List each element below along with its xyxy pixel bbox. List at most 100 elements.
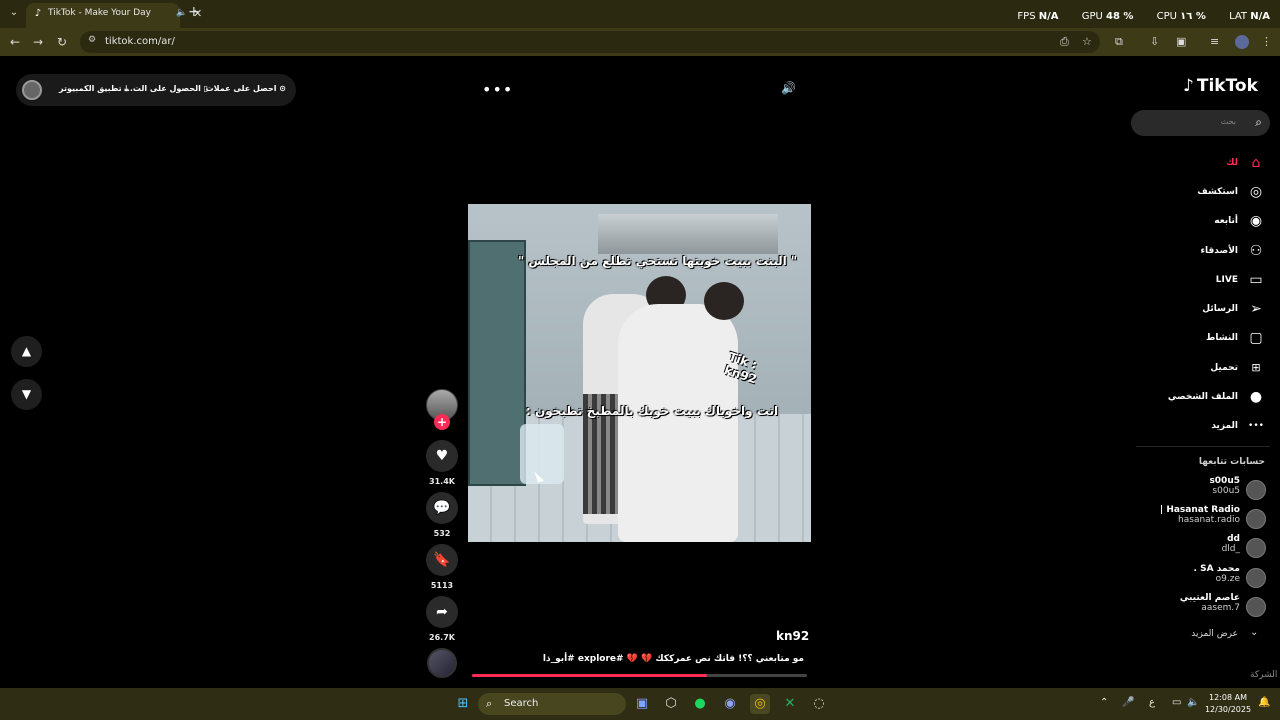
follow-plus-icon[interactable]: + (434, 414, 450, 430)
cpu-value: ١٦ % (1180, 11, 1206, 22)
upload-icon[interactable]: ⊞ (1246, 358, 1266, 378)
sidebar-item-label[interactable]: الملف الشخصي (1140, 392, 1238, 402)
following-account-avatar[interactable] (1246, 509, 1266, 529)
more-icon[interactable]: ••• (1246, 416, 1266, 436)
network-icon[interactable]: ▭ (1172, 697, 1181, 708)
video-username[interactable]: kn92 (776, 629, 809, 643)
like-button[interactable]: ♥ (426, 440, 458, 472)
music-disc-avatar[interactable] (427, 648, 457, 678)
site-info-icon[interactable]: ⚙ (88, 35, 96, 45)
messages-icon[interactable]: ➢ (1246, 299, 1266, 319)
sidebar-item-label[interactable]: استكشف (1140, 187, 1238, 197)
video-caption-top: " البنت ببيت خويتها تستحي تطلع من المجلس… (518, 254, 798, 268)
language-indicator[interactable]: ع (1149, 697, 1155, 708)
get-coins-link[interactable]: ⊙ احصل على عملات (206, 84, 286, 93)
sidebar-item-label[interactable]: النشاط (1140, 333, 1238, 343)
tiktok-favicon-icon: ♪ (34, 8, 42, 19)
following-account-name: عاصم العتيبي (1179, 593, 1240, 603)
app-circle-icon[interactable]: ◌ (809, 694, 829, 714)
back-arrow-icon[interactable]: ← (7, 34, 23, 50)
sidebar-panel-icon[interactable]: ▣ (1176, 35, 1186, 48)
video-scene-head-right (704, 282, 744, 320)
chrome-icon[interactable]: ◎ (750, 694, 770, 714)
compass-icon[interactable]: ◎ (1246, 182, 1266, 202)
sidebar-item-label[interactable]: الأصدقاء (1140, 246, 1238, 256)
comment-button[interactable]: 💬 (426, 492, 458, 524)
sidebar-item-label[interactable]: أتابعه (1140, 216, 1238, 226)
following-account[interactable]: dd _dld (1120, 534, 1240, 554)
new-tab-button[interactable]: + (188, 4, 200, 20)
discord-icon[interactable]: ◉ (720, 694, 740, 714)
share-button[interactable]: ➦ (426, 596, 458, 628)
taskbar-search[interactable]: ⌕ Search (478, 693, 626, 715)
url-field[interactable]: ⚙ tiktok.com/ar/ (80, 31, 1100, 53)
following-account-avatar[interactable] (1246, 538, 1266, 558)
video-progress-bar[interactable] (472, 674, 807, 677)
video-scene-person-right (618, 304, 738, 542)
following-account-handle: s00u5 (1212, 486, 1240, 496)
browser-tab-tiktok[interactable]: ♪ TikTok - Make Your Day 🔈 ✕ (26, 3, 202, 28)
following-account-avatar[interactable] (1246, 480, 1266, 500)
downloads-icon[interactable]: ⇩ (1150, 35, 1159, 48)
app-cube-icon[interactable]: ⬡ (661, 694, 681, 714)
sidebar-item-label[interactable]: الرسائل (1140, 304, 1238, 314)
sound-on-icon[interactable]: 🔊 (781, 81, 796, 95)
sidebar-item-label[interactable]: لك (1140, 158, 1238, 168)
profile-avatar-icon[interactable] (1235, 35, 1249, 49)
forward-arrow-icon[interactable]: → (30, 34, 46, 50)
following-account[interactable]: Hasanat Radio | hasanat.radio (1120, 505, 1240, 525)
tray-overflow-chevron-icon[interactable]: ⌃ (1100, 697, 1108, 708)
gpu-value: 48 % (1106, 11, 1134, 22)
following-account-avatar[interactable] (1246, 597, 1266, 617)
tab-audio-icon[interactable]: 🔈 (176, 8, 187, 18)
previous-video-button[interactable]: ▲ (11, 336, 42, 367)
sidebar-item-label[interactable]: تحميل (1140, 363, 1238, 373)
browser-menu-icon[interactable]: ⋮ (1261, 35, 1272, 48)
more-options-icon[interactable]: ••• (482, 80, 513, 99)
following-account[interactable]: s00u5 s00u5 (1120, 476, 1240, 496)
notification-bell-icon[interactable]: 🔔 (1258, 697, 1270, 708)
following-account-handle: hasanat.radio (1178, 515, 1240, 525)
company-link[interactable]: الشركة (1250, 670, 1277, 680)
xbox-icon[interactable]: ✕ (780, 694, 800, 714)
extensions-icon[interactable]: ⧉ (1115, 35, 1123, 49)
microphone-icon[interactable]: 🎤 (1122, 697, 1134, 708)
get-app-link[interactable]: ▯ الحصول على الت... (124, 84, 208, 93)
sidebar-item-label[interactable]: LIVE (1140, 275, 1238, 285)
profile-icon[interactable]: ● (1246, 387, 1266, 407)
chevron-down-icon[interactable]: ⌄ (1250, 627, 1258, 638)
next-video-button[interactable]: ▼ (11, 379, 42, 410)
spotify-icon[interactable]: ● (690, 694, 710, 714)
save-button[interactable]: 🔖 (426, 544, 458, 576)
following-account[interactable]: عاصم العتيبي aasem.7 (1120, 593, 1240, 613)
following-account[interactable]: محمد SA . o9.ze (1120, 564, 1240, 584)
see-more-link[interactable]: عرض المزيد (1150, 629, 1238, 639)
reload-icon[interactable]: ↻ (54, 34, 70, 50)
teams-icon[interactable]: ▣ (632, 694, 652, 714)
taskbar-clock[interactable]: 12:08 AM 12/30/2025 (1204, 692, 1252, 716)
video-scene-hood (598, 214, 778, 254)
video-player[interactable]: " البنت ببيت خويتها تستحي تطلع من المجلس… (468, 204, 811, 542)
activity-icon[interactable]: ▢ (1246, 328, 1266, 348)
windows-start-icon[interactable]: ⊞ (453, 694, 473, 714)
sidebar-item-label[interactable]: المزيد (1140, 421, 1238, 431)
windows-taskbar: ⊞ ⌕ Search ▣ ⬡ ● ◉ ◎ ✕ ◌ ⌃ 🎤 ع ▭ 🔈 12:08… (0, 688, 1280, 720)
user-avatar[interactable] (22, 80, 42, 100)
install-app-icon[interactable]: ⎙ (1060, 35, 1069, 49)
live-icon[interactable]: ▭ (1246, 270, 1266, 290)
tab-search-chevron-icon[interactable]: ⌄ (6, 5, 22, 21)
tiktok-logo[interactable]: ♪ TikTok (1183, 76, 1258, 96)
chevron-up-icon: ▲ (21, 344, 32, 358)
friends-icon[interactable]: ⚇ (1246, 241, 1266, 261)
following-icon[interactable]: ◉ (1246, 211, 1266, 231)
reading-list-icon[interactable]: ≡ (1210, 35, 1219, 48)
volume-icon[interactable]: 🔈 (1187, 697, 1199, 708)
search-input[interactable]: بحث ⌕ (1131, 110, 1270, 136)
home-icon[interactable]: ⌂ (1246, 153, 1266, 173)
following-account-avatar[interactable] (1246, 568, 1266, 588)
bookmark-star-icon[interactable]: ☆ (1082, 35, 1092, 48)
desktop-app-link[interactable]: ⤓ تطبيق الكمبيوتر (59, 84, 128, 94)
share-arrow-icon: ➦ (436, 604, 448, 620)
lat-value: N/A (1250, 11, 1270, 22)
search-icon[interactable]: ⌕ (1255, 115, 1262, 130)
